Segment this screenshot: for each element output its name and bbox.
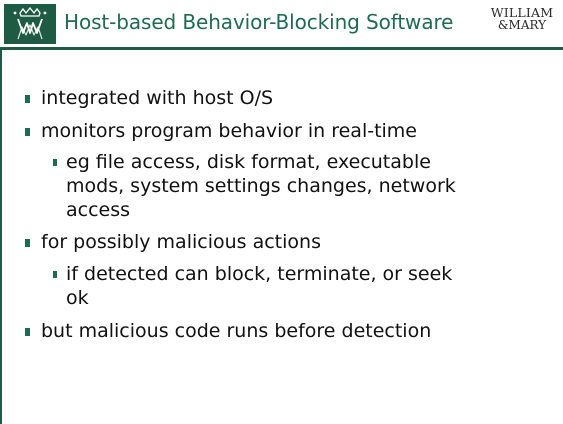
sub-bullet-text: eg file access, disk format, executable (66, 151, 431, 173)
sub-bullet-continuation: mods, system settings changes, network (66, 174, 536, 198)
bullet-text: for possibly malicious actions (41, 231, 321, 253)
bullet-text: monitors program behavior in real-time (41, 120, 418, 142)
sub-bullet-text: access (66, 199, 131, 221)
sub-bullet-continuation: access (66, 198, 536, 222)
bullet-item: monitors program behavior in real-time (25, 119, 418, 143)
bullet-marker (25, 95, 30, 103)
sub-bullet-continuation: ok (66, 286, 536, 310)
bullet-list: integrated with host O/S monitors progra… (0, 0, 563, 424)
sub-bullet-text: mods, system settings changes, network (66, 175, 456, 197)
bullet-item: integrated with host O/S (25, 86, 274, 110)
sub-bullet-item: eg file access, disk format, executable (53, 150, 536, 174)
bullet-text: integrated with host O/S (41, 87, 274, 109)
sub-bullet-marker (53, 271, 57, 278)
slide: Host-based Behavior-Blocking Software WI… (0, 0, 563, 424)
bullet-marker (25, 328, 30, 336)
sub-bullet-marker (53, 159, 57, 166)
sub-bullet-text: ok (66, 287, 89, 309)
bullet-item: but malicious code runs before detection (25, 319, 432, 343)
bullet-marker (25, 239, 30, 247)
bullet-item: for possibly malicious actions (25, 230, 321, 254)
sub-bullet-text: if detected can block, terminate, or see… (66, 263, 453, 285)
sub-bullet-item: if detected can block, terminate, or see… (53, 262, 536, 286)
bullet-text: but malicious code runs before detection (41, 320, 432, 342)
bullet-marker (25, 128, 30, 136)
